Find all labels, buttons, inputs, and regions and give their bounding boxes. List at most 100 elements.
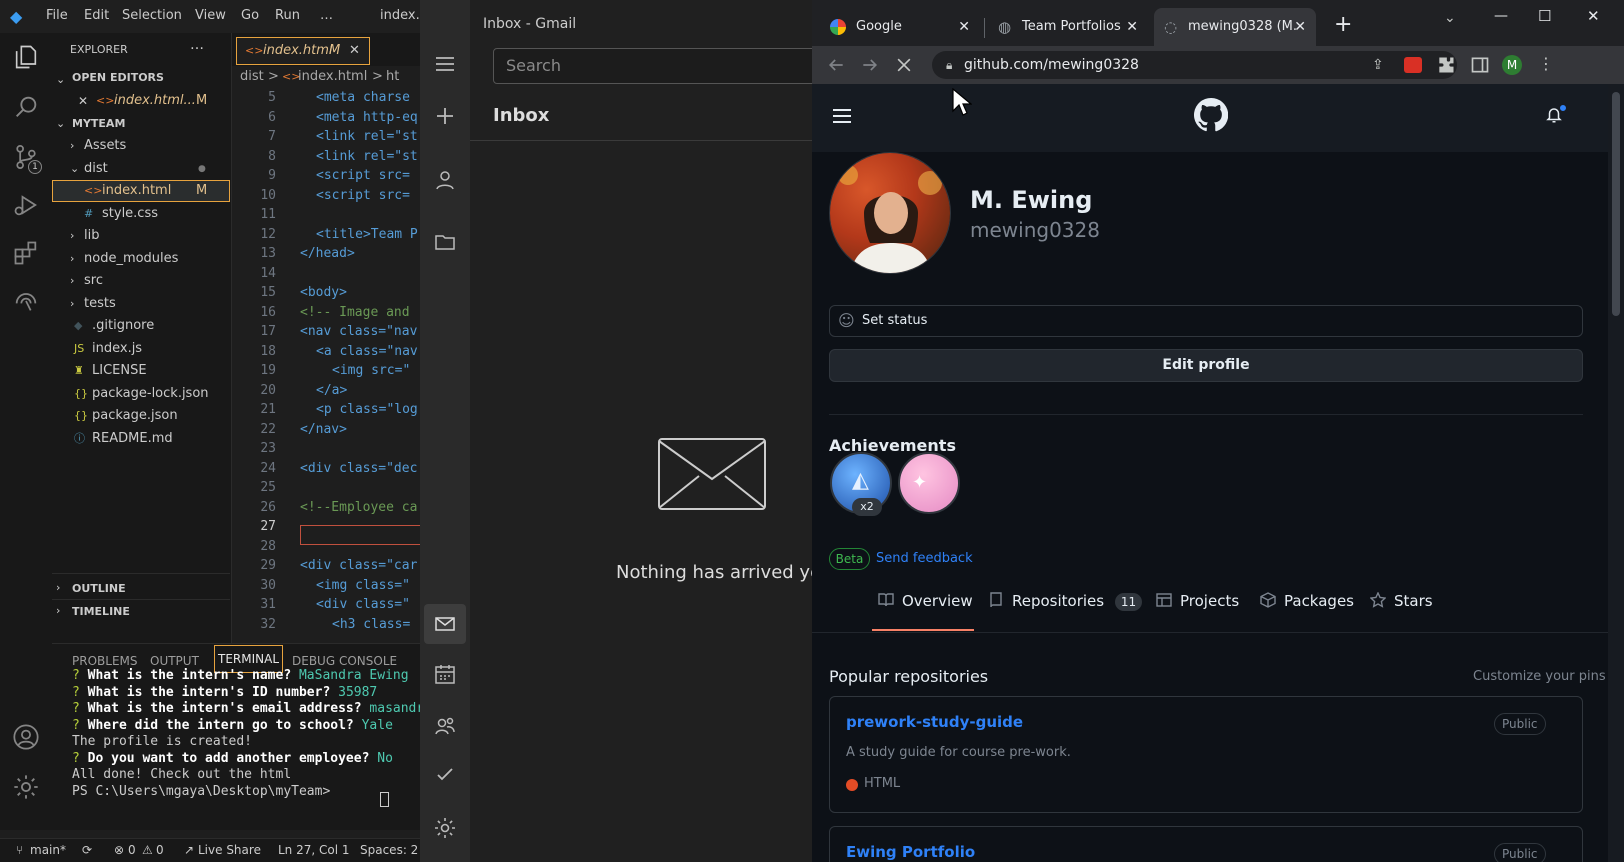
code-line[interactable]: 13 </head> <box>232 244 354 264</box>
edit-profile-button[interactable]: Edit profile <box>829 349 1583 382</box>
search-icon[interactable] <box>12 93 40 121</box>
tree-item-src[interactable]: › src <box>52 270 230 292</box>
code-line[interactable]: 31 <div class=" <box>232 595 410 615</box>
compose-plus-icon[interactable] <box>433 104 457 128</box>
menu-view[interactable]: View <box>195 8 226 23</box>
tree-item-readme-md[interactable]: ⓘ README.md <box>52 428 230 450</box>
code-line[interactable]: 16 <!-- Image and <box>232 303 409 323</box>
tab-packages[interactable]: Packages <box>1260 592 1354 610</box>
profile-avatar-photo[interactable] <box>829 152 951 274</box>
side-panel-icon[interactable] <box>1470 55 1490 75</box>
stop-loading-icon[interactable] <box>894 55 914 75</box>
tab-stars[interactable]: Stars <box>1369 591 1433 610</box>
menu-file[interactable]: File <box>46 8 68 23</box>
tab-github-profile[interactable]: ◌ mewing0328 (M. E ✕ <box>1154 8 1316 46</box>
menu-more[interactable]: … <box>320 8 333 23</box>
close-tab-icon[interactable]: ✕ <box>958 8 970 46</box>
code-line[interactable]: 21 <p class="log <box>232 400 417 420</box>
warning-icon[interactable]: ⚠ <box>142 839 153 861</box>
hamburger-menu-icon[interactable] <box>830 104 854 128</box>
open-editors-header[interactable]: OPEN EDITORS <box>72 71 164 84</box>
tab-index-html[interactable]: <> index.html M ✕ <box>236 37 370 65</box>
scrollbar-thumb[interactable] <box>1612 92 1620 316</box>
tree-item-style-css[interactable]: # style.css <box>52 203 230 225</box>
tree-item-package-json[interactable]: {} package.json <box>52 405 230 427</box>
page-scrollbar[interactable] <box>1608 84 1624 862</box>
code-line[interactable]: 9 <script src= <box>232 166 410 186</box>
tab-debug-console[interactable]: DEBUG CONSOLE <box>292 654 397 668</box>
close-tab-icon[interactable]: ✕ <box>1126 8 1138 46</box>
menu-run[interactable]: Run <box>275 8 300 23</box>
tree-item-package-lock-json[interactable]: {} package-lock.json <box>52 383 230 405</box>
code-line[interactable]: 25 <box>232 478 300 498</box>
menu-edit[interactable]: Edit <box>84 8 109 23</box>
code-line[interactable]: 12 <title>Team P <box>232 225 417 245</box>
tree-item-index-html[interactable]: <> index.html M <box>52 180 230 202</box>
tab-team-portfolios[interactable]: ◍ Team Portfolios ✕ <box>988 8 1148 46</box>
code-line[interactable]: 32 <h3 class= <box>232 615 410 635</box>
code-line[interactable]: 11 <box>232 205 300 225</box>
code-line[interactable]: 26 <!--Employee ca <box>232 498 417 518</box>
search-input[interactable]: Search <box>493 48 812 84</box>
menu-go[interactable]: Go <box>241 8 259 23</box>
tab-problems[interactable]: PROBLEMS <box>72 654 138 668</box>
kebab-menu-icon[interactable]: ⋮ <box>1538 54 1554 73</box>
close-icon[interactable]: ✕ <box>78 90 88 112</box>
profile-avatar[interactable]: M <box>1502 55 1522 75</box>
extension-red-icon[interactable] <box>1404 57 1422 73</box>
tab-overview[interactable]: Overview <box>878 592 973 610</box>
code-line[interactable]: 22 </nav> <box>232 420 347 440</box>
code-line[interactable]: 20 </a> <box>232 381 347 401</box>
chevron-down-icon[interactable]: ⌄ <box>56 73 65 86</box>
code-line[interactable]: 28 <box>232 537 300 557</box>
code-line[interactable]: 14 <box>232 264 300 284</box>
tree-item-dist[interactable]: ⌄ dist ● <box>52 158 230 180</box>
tree-item-node-modules[interactable]: › node_modules <box>52 248 230 270</box>
explorer-icon[interactable] <box>12 43 40 71</box>
tab-search-chevron-icon[interactable]: ⌄ <box>1444 10 1456 26</box>
url-text[interactable]: github.com/mewing0328 <box>964 51 1139 79</box>
calendar-icon[interactable] <box>433 662 457 686</box>
chevron-right-icon[interactable]: › <box>70 225 74 247</box>
breadcrumb-dist[interactable]: dist <box>240 66 264 88</box>
extensions-icon[interactable] <box>12 239 40 267</box>
minimize-button[interactable]: — <box>1494 8 1508 24</box>
live-share-button[interactable]: Live Share <box>198 839 261 861</box>
branch-icon[interactable]: ⑂ <box>16 839 23 861</box>
chevron-right-icon[interactable]: › <box>70 135 74 157</box>
people-icon[interactable] <box>433 714 457 738</box>
github-logo-icon[interactable] <box>1193 97 1229 132</box>
warning-count[interactable]: 0 <box>156 839 164 861</box>
send-feedback-link[interactable]: Send feedback <box>876 551 973 566</box>
explorer-more-button[interactable]: … <box>190 37 204 53</box>
close-tab-icon[interactable]: ✕ <box>1294 8 1306 46</box>
chevron-right-icon[interactable]: › <box>56 604 60 617</box>
live-share-icon[interactable]: ↗ <box>184 839 194 861</box>
menu-selection[interactable]: Selection <box>122 8 182 23</box>
settings-gear-icon[interactable] <box>433 816 457 840</box>
code-line[interactable]: 24 <div class="dec <box>232 459 417 479</box>
sync-icon[interactable]: ⟳ <box>82 839 92 861</box>
indentation[interactable]: Spaces: 2 <box>360 839 418 861</box>
chevron-right-icon[interactable]: › <box>70 270 74 292</box>
forward-arrow-icon[interactable] <box>860 55 880 75</box>
close-icon[interactable]: ✕ <box>349 38 360 64</box>
tab-google[interactable]: Google ✕ <box>820 8 980 46</box>
todo-check-icon[interactable] <box>433 762 457 786</box>
tree-item-index-js[interactable]: JS index.js <box>52 338 230 360</box>
tab-output[interactable]: OUTPUT <box>150 654 199 668</box>
chevron-down-icon[interactable]: ⌄ <box>56 117 65 130</box>
tab-repositories[interactable]: Repositories 11 <box>988 592 1143 611</box>
mail-icon[interactable] <box>433 612 457 636</box>
error-count[interactable]: 0 <box>128 839 136 861</box>
project-header[interactable]: MYTEAM <box>72 117 125 130</box>
timeline-header[interactable]: TIMELINE <box>72 605 130 618</box>
code-line[interactable]: 10 <script src= <box>232 186 410 206</box>
code-line[interactable]: 15 <body> <box>232 283 347 303</box>
address-bar[interactable]: 🔒︎ github.com/mewing0328 ⇪ ☆ <box>932 51 1457 79</box>
remote-explorer-icon[interactable] <box>12 287 40 315</box>
chevron-right-icon[interactable]: › <box>70 248 74 270</box>
code-line[interactable]: 27 <box>232 517 300 537</box>
achievement-yolo-badge[interactable]: ✦ <box>898 452 960 514</box>
folder-icon[interactable] <box>433 230 457 254</box>
